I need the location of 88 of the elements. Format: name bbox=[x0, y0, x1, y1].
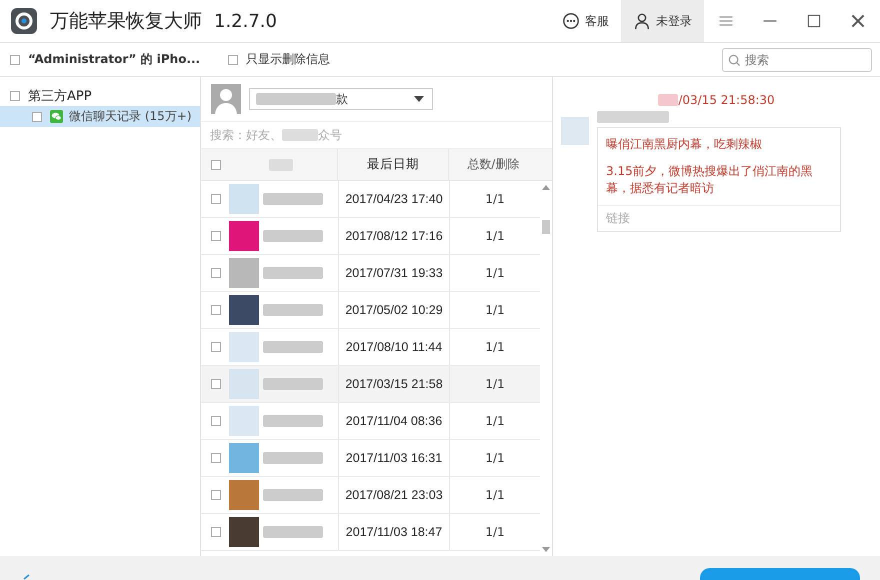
device-checkbox[interactable] bbox=[10, 54, 20, 64]
count-cell-text: 1/1 bbox=[484, 340, 506, 354]
chat-bubble-icon bbox=[562, 12, 580, 30]
contact-row[interactable]: 2017/03/15 21:58 1/1 bbox=[201, 366, 540, 403]
scroll-up-icon[interactable] bbox=[542, 185, 550, 190]
count-cell-text: 1/1 bbox=[484, 488, 506, 502]
count-cell-text: 1/1 bbox=[484, 266, 506, 280]
link-card[interactable]: 曝俏江南黑厨内幕，吃剩辣椒 3.15前夕，微博热搜爆出了俏江南的黑幕，据悉有记者暗访 链接 bbox=[597, 127, 841, 232]
tree-checkbox[interactable] bbox=[32, 112, 42, 122]
row-checkbox[interactable] bbox=[211, 453, 221, 463]
link-footer: 链接 bbox=[598, 205, 840, 231]
count-cell-text: 1/1 bbox=[484, 229, 506, 243]
recover-button[interactable] bbox=[700, 568, 860, 580]
blurred-name bbox=[263, 267, 323, 279]
column-header[interactable]: 最后日期 bbox=[338, 149, 449, 180]
login-button[interactable]: 未登录 bbox=[621, 0, 704, 42]
blurred-name bbox=[263, 526, 323, 538]
blurred-name bbox=[263, 304, 323, 316]
row-checkbox[interactable] bbox=[211, 268, 221, 278]
link-description: 3.15前夕，微博热搜爆出了俏江南的黑幕，据悉有记者暗访 bbox=[605, 163, 814, 197]
row-checkbox[interactable] bbox=[211, 490, 221, 500]
link-title: 曝俏江南黑厨内幕，吃剩辣椒 bbox=[605, 136, 763, 153]
tree-item[interactable]: 第三方APP bbox=[0, 85, 200, 106]
row-checkbox[interactable] bbox=[211, 231, 221, 241]
window-title: 万能苹果恢复大师 bbox=[50, 9, 202, 34]
row-checkbox[interactable] bbox=[211, 527, 221, 537]
count-cell-text: 1/1 bbox=[484, 303, 506, 317]
tree-checkbox[interactable] bbox=[10, 90, 20, 100]
blurred-name bbox=[263, 341, 323, 353]
date-cell: 2017/08/12 17:16 bbox=[339, 218, 450, 254]
avatar-icon bbox=[211, 84, 241, 114]
count-cell-text: 1/1 bbox=[484, 414, 506, 428]
blurred-name bbox=[263, 193, 323, 205]
date-cell: 2017/11/03 16:31 bbox=[339, 440, 450, 476]
date-cell: 2017/08/10 11:44 bbox=[339, 329, 450, 365]
version-label: 1.2.7.0 bbox=[214, 10, 277, 32]
select-all-checkbox[interactable] bbox=[211, 160, 221, 170]
blurred-header bbox=[269, 158, 293, 170]
contact-row[interactable]: 2017/08/12 17:16 1/1 bbox=[201, 218, 540, 255]
scroll-down-icon[interactable] bbox=[542, 547, 550, 552]
account-dropdown[interactable]: 款 bbox=[249, 88, 433, 110]
count-cell-text: 1/1 bbox=[484, 525, 506, 539]
contact-row[interactable]: 2017/11/04 08:36 1/1 bbox=[201, 403, 540, 440]
message-time: /03/15 21:58:30 bbox=[678, 93, 775, 107]
date-cell: 2017/11/04 08:36 bbox=[339, 403, 450, 439]
row-checkbox[interactable] bbox=[211, 194, 221, 204]
row-checkbox[interactable] bbox=[211, 379, 221, 389]
date-cell: 2017/03/15 21:58 bbox=[339, 366, 450, 402]
deleted-only-checkbox[interactable] bbox=[228, 54, 238, 64]
deleted-only-label: 只显示删除信息 bbox=[246, 51, 330, 68]
user-icon bbox=[633, 12, 651, 30]
count-cell-text: 1/1 bbox=[484, 377, 506, 391]
column-header[interactable]: 总数/删除 bbox=[448, 156, 538, 173]
date-cell: 2017/04/23 17:40 bbox=[339, 181, 450, 217]
tree-item[interactable]: 微信聊天记录 (15万+) bbox=[0, 106, 200, 127]
app-logo-icon bbox=[10, 7, 38, 35]
blurred-name bbox=[263, 230, 323, 242]
contact-row[interactable]: 2017/04/23 17:40 1/1 bbox=[201, 181, 540, 218]
blurred-name bbox=[263, 378, 323, 390]
blurred-name bbox=[263, 489, 323, 501]
customer-service-button[interactable]: 客服 bbox=[550, 0, 621, 42]
sender-avatar bbox=[561, 117, 589, 145]
device-label: “Administrator” 的 iPho... bbox=[28, 51, 200, 68]
row-checkbox[interactable] bbox=[211, 305, 221, 315]
row-checkbox[interactable] bbox=[211, 342, 221, 352]
date-cell: 2017/11/03 18:47 bbox=[339, 514, 450, 550]
contact-row[interactable]: 2017/11/03 18:47 1/1 bbox=[201, 514, 540, 551]
date-cell: 2017/07/31 19:33 bbox=[339, 255, 450, 291]
contact-row[interactable]: 2017/05/02 10:29 1/1 bbox=[201, 292, 540, 329]
search-field[interactable]: 搜索 bbox=[722, 48, 872, 72]
close-icon[interactable] bbox=[850, 13, 866, 29]
count-cell-text: 1/1 bbox=[484, 451, 506, 465]
date-cell: 2017/05/02 10:29 bbox=[339, 292, 450, 328]
chat-app-icon bbox=[50, 110, 63, 123]
row-checkbox[interactable] bbox=[211, 416, 221, 426]
contact-row[interactable]: 2017/11/03 16:31 1/1 bbox=[201, 440, 540, 477]
search-icon bbox=[728, 54, 741, 66]
caret-icon bbox=[414, 96, 424, 102]
contact-row[interactable]: 2017/07/31 19:33 1/1 bbox=[201, 255, 540, 292]
date-cell: 2017/08/21 23:03 bbox=[339, 477, 450, 513]
blurred-name bbox=[263, 452, 323, 464]
blurred-name bbox=[263, 415, 323, 427]
contact-row[interactable]: 2017/08/21 23:03 1/1 bbox=[201, 477, 540, 514]
scrollbar-thumb[interactable] bbox=[542, 220, 550, 234]
blurred-text bbox=[658, 94, 678, 106]
count-cell-text: 1/1 bbox=[484, 192, 506, 206]
maximize-icon[interactable] bbox=[806, 13, 822, 29]
blurred-sender-name bbox=[597, 111, 669, 123]
